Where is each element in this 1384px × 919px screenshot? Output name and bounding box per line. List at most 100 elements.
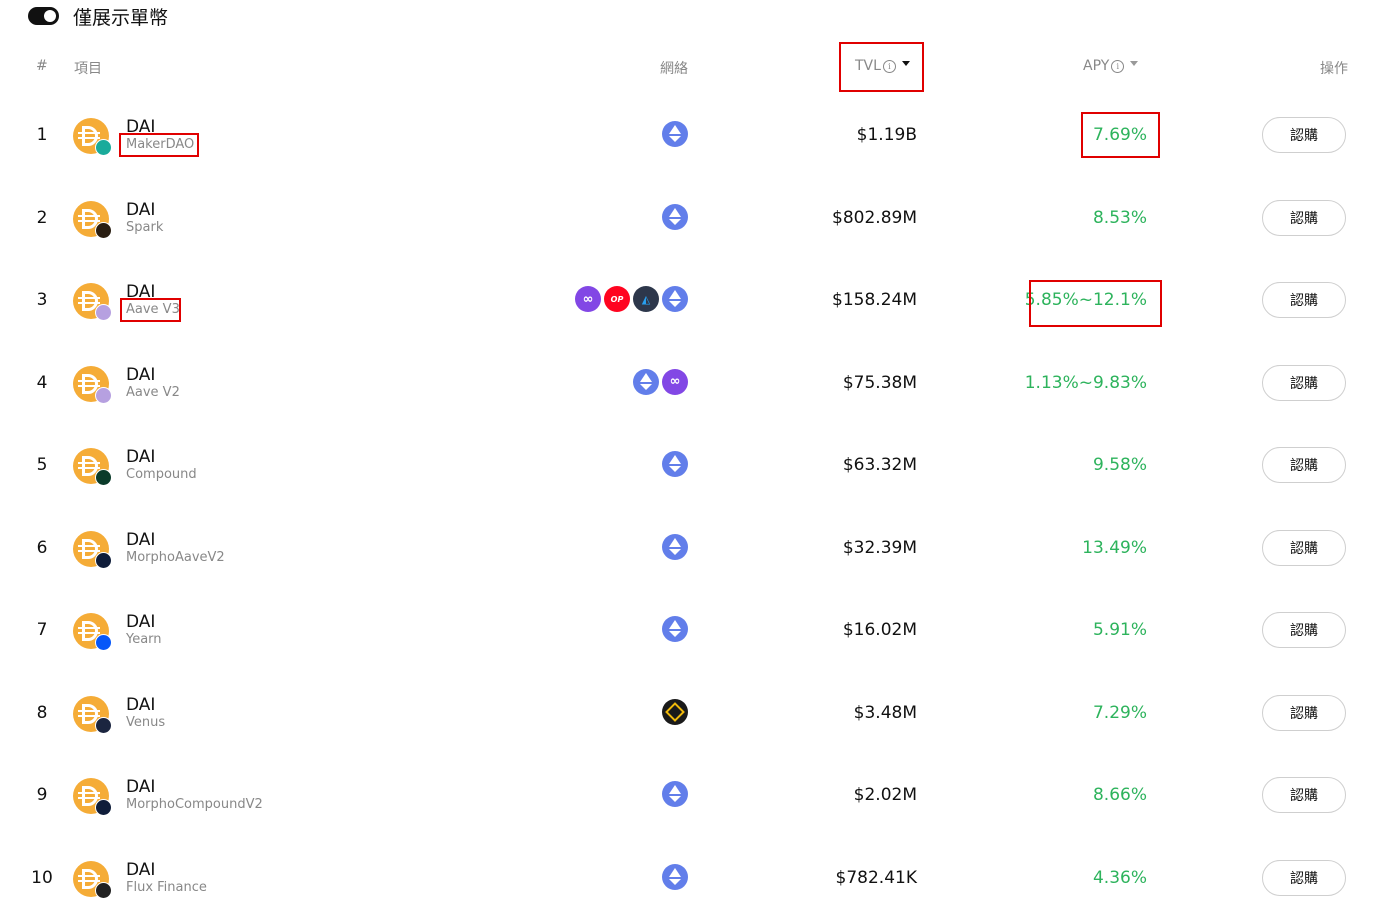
token-name[interactable]: DAI (126, 282, 155, 302)
row-rank: 4 (28, 373, 56, 393)
arbitrum-icon: ◭ (633, 286, 659, 312)
row-rank: 10 (28, 868, 56, 888)
tvl-value: $63.32M (843, 455, 917, 475)
protocol-name: Spark (126, 220, 163, 236)
subscribe-button[interactable]: 認購 (1262, 200, 1346, 236)
header-tvl-label: TVL (855, 58, 881, 74)
apy-value: 8.66% (1093, 785, 1147, 805)
sort-icon (1130, 61, 1138, 66)
tvl-value: $75.38M (843, 373, 917, 393)
table-row[interactable]: 1 DAI MakerDAO $1.19B 7.69% 認購 (0, 94, 1384, 177)
pool-table: 1 DAI MakerDAO $1.19B 7.69% 認購 2 DAI Spa… (0, 94, 1384, 919)
ethereum-icon (633, 369, 659, 395)
single-coin-toggle[interactable] (28, 7, 59, 25)
compound-icon (95, 469, 112, 486)
protocol-name: MorphoAaveV2 (126, 550, 225, 566)
header-tvl-sort[interactable]: TVL i (855, 58, 910, 74)
apy-value: 7.29% (1093, 703, 1147, 723)
token-name[interactable]: DAI (126, 447, 155, 467)
network-icons (662, 616, 688, 642)
ethereum-icon (662, 534, 688, 560)
network-icons (662, 121, 688, 147)
header-project: 項目 (74, 58, 102, 78)
tvl-value: $1.19B (857, 125, 917, 145)
apy-value: 9.58% (1093, 455, 1147, 475)
network-icons (662, 699, 688, 725)
ethereum-icon (662, 781, 688, 807)
apy-value: 4.36% (1093, 868, 1147, 888)
tvl-value: $32.39M (843, 538, 917, 558)
apy-value: 5.85%~12.1% (1025, 290, 1147, 310)
ethereum-icon (662, 451, 688, 477)
optimism-icon: OP (604, 286, 630, 312)
subscribe-button[interactable]: 認購 (1262, 447, 1346, 483)
subscribe-button[interactable]: 認購 (1262, 117, 1346, 153)
table-row[interactable]: 7 DAI Yearn $16.02M 5.91% 認購 (0, 589, 1384, 672)
venus-icon (95, 717, 112, 734)
table-row[interactable]: 4 DAI Aave V2 ∞ $75.38M 1.13%~9.83% 認購 (0, 342, 1384, 425)
subscribe-button[interactable]: 認購 (1262, 365, 1346, 401)
apy-value: 8.53% (1093, 208, 1147, 228)
aave-icon (95, 387, 112, 404)
subscribe-button[interactable]: 認購 (1262, 612, 1346, 648)
protocol-name: Yearn (126, 632, 162, 648)
makerdao-icon (95, 139, 112, 156)
protocol-name: Compound (126, 467, 197, 483)
network-icons: ∞OP◭ (575, 286, 688, 312)
protocol-name: MorphoCompoundV2 (126, 797, 263, 813)
table-row[interactable]: 6 DAI MorphoAaveV2 $32.39M 13.49% 認購 (0, 507, 1384, 590)
network-icons (662, 451, 688, 477)
token-name[interactable]: DAI (126, 612, 155, 632)
token-name[interactable]: DAI (126, 777, 155, 797)
table-row[interactable]: 2 DAI Spark $802.89M 8.53% 認購 (0, 177, 1384, 260)
table-row[interactable]: 5 DAI Compound $63.32M 9.58% 認購 (0, 424, 1384, 507)
protocol-name: Aave V2 (126, 385, 180, 401)
single-coin-toggle-label: 僅展示單幣 (73, 3, 168, 30)
subscribe-button[interactable]: 認購 (1262, 860, 1346, 896)
header-rank: # (36, 58, 48, 74)
row-rank: 7 (28, 620, 56, 640)
token-name[interactable]: DAI (126, 117, 155, 137)
network-icons: ∞ (633, 369, 688, 395)
table-row[interactable]: 8 DAI Venus $3.48M 7.29% 認購 (0, 672, 1384, 755)
subscribe-button[interactable]: 認購 (1262, 777, 1346, 813)
token-name[interactable]: DAI (126, 200, 155, 220)
subscribe-button[interactable]: 認購 (1262, 530, 1346, 566)
info-icon[interactable]: i (1111, 60, 1124, 73)
tvl-value: $2.02M (854, 785, 917, 805)
protocol-name: Aave V3 (126, 302, 180, 318)
table-row[interactable]: 3 DAI Aave V3 ∞OP◭ $158.24M 5.85%~12.1% … (0, 259, 1384, 342)
polygon-icon: ∞ (662, 369, 688, 395)
tvl-value: $3.48M (854, 703, 917, 723)
subscribe-button[interactable]: 認購 (1262, 282, 1346, 318)
row-rank: 8 (28, 703, 56, 723)
apy-value: 5.91% (1093, 620, 1147, 640)
token-name[interactable]: DAI (126, 860, 155, 880)
tvl-value: $782.41K (836, 868, 917, 888)
protocol-name: MakerDAO (126, 137, 194, 153)
table-row[interactable]: 9 DAI MorphoCompoundV2 $2.02M 8.66% 認購 (0, 754, 1384, 837)
table-row[interactable]: 10 DAI Flux Finance $782.41K 4.36% 認購 (0, 837, 1384, 919)
tvl-value: $16.02M (843, 620, 917, 640)
row-rank: 1 (28, 125, 56, 145)
header-apy-label: APY (1083, 58, 1109, 74)
ethereum-icon (662, 121, 688, 147)
header-apy-sort[interactable]: APY i (1083, 58, 1138, 74)
protocol-name: Flux Finance (126, 880, 207, 896)
network-icons (662, 204, 688, 230)
sort-desc-icon (902, 61, 910, 66)
polygon-icon: ∞ (575, 286, 601, 312)
token-name[interactable]: DAI (126, 365, 155, 385)
protocol-name: Venus (126, 715, 165, 731)
single-coin-toggle-row: 僅展示單幣 (28, 4, 168, 28)
apy-value: 1.13%~9.83% (1025, 373, 1147, 393)
apy-value: 13.49% (1082, 538, 1147, 558)
token-name[interactable]: DAI (126, 695, 155, 715)
row-rank: 2 (28, 208, 56, 228)
token-name[interactable]: DAI (126, 530, 155, 550)
subscribe-button[interactable]: 認購 (1262, 695, 1346, 731)
network-icons (662, 534, 688, 560)
flux-icon (95, 882, 112, 899)
info-icon[interactable]: i (883, 60, 896, 73)
yearn-icon (95, 634, 112, 651)
